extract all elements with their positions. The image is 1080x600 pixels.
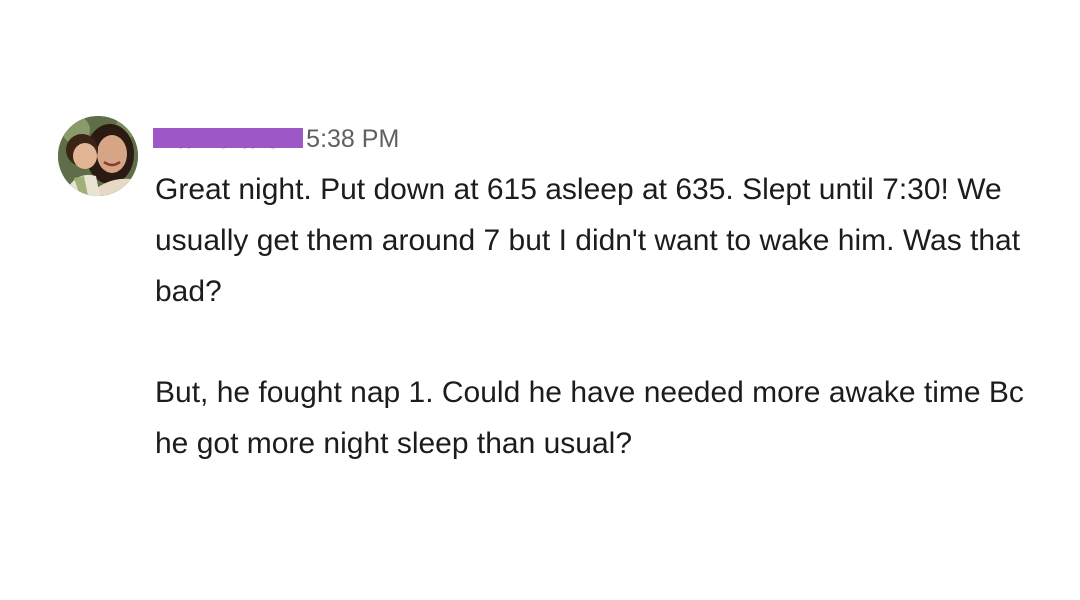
message-body: Great night. Put down at 615 asleep at 6…	[155, 164, 1035, 469]
message-paragraph-1: Great night. Put down at 615 asleep at 6…	[155, 173, 1021, 308]
message-paragraph-2: But, he fought nap 1. Could he have need…	[155, 376, 1024, 460]
avatar[interactable]	[58, 116, 138, 196]
message-header: Daniela G 5:38 PM	[153, 121, 399, 157]
chat-message: Daniela G 5:38 PM Great night. Put down …	[0, 0, 1080, 600]
sender-name[interactable]: Daniela G	[153, 121, 303, 157]
redaction-bar	[153, 128, 303, 148]
avatar-photo	[58, 116, 138, 196]
message-timestamp[interactable]: 5:38 PM	[306, 121, 399, 157]
